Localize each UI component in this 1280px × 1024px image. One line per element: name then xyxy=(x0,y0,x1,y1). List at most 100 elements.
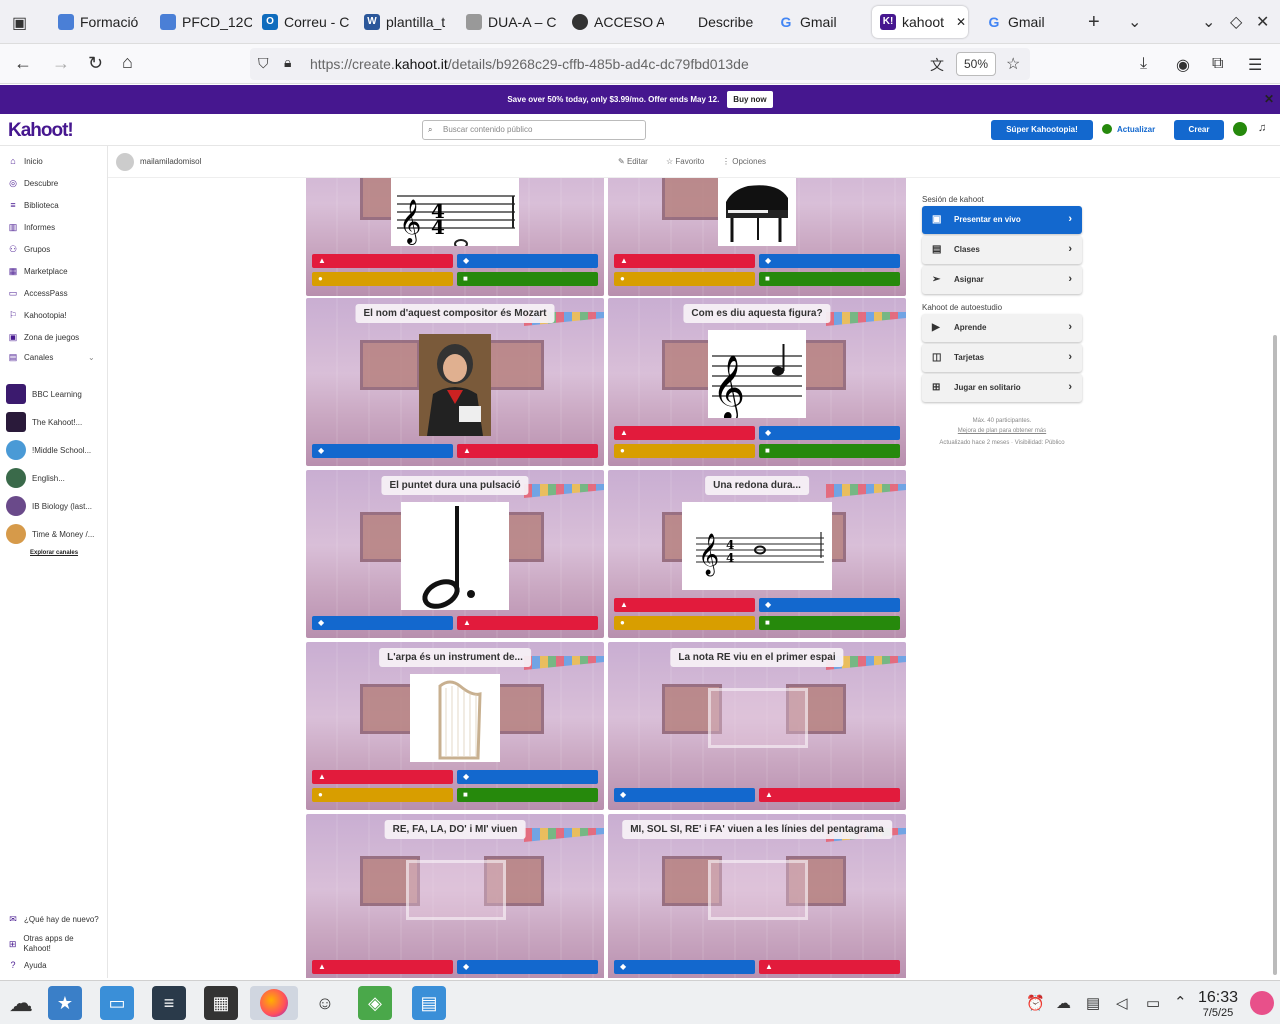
tab-acceso[interactable]: ACCESO A xyxy=(564,6,664,38)
sidebar-item-zona-de-juegos[interactable]: ▣ Zona de juegos xyxy=(8,332,79,342)
download-icon[interactable]: ⤓ xyxy=(1140,55,1147,73)
channel-time-money[interactable]: Time & Money /... xyxy=(6,524,94,544)
weather-icon[interactable]: ☁ xyxy=(1056,994,1071,1012)
tab-pfcd[interactable]: PFCD_12C xyxy=(152,6,252,38)
sidebar-item-biblioteca[interactable]: ≡ Biblioteca xyxy=(8,200,58,210)
document-icon[interactable]: ▤ xyxy=(412,986,446,1020)
explore-channels-link[interactable]: Explorar canales xyxy=(30,550,78,556)
other-apps-link[interactable]: ⊞ Otras apps de Kahoot! xyxy=(8,934,98,954)
tab-formacio[interactable]: Formació xyxy=(50,6,150,38)
tab-describe[interactable]: Describe xyxy=(668,6,768,38)
upgrade-link[interactable]: Mejora de plan para obtener más xyxy=(922,428,1082,434)
maximize-icon[interactable]: ◇ xyxy=(1230,12,1242,32)
close-tab-icon[interactable]: ✕ xyxy=(956,15,966,29)
minimize-icon[interactable]: ⌄ xyxy=(1202,12,1215,32)
zoom-level[interactable]: 50% xyxy=(956,52,996,76)
help-link[interactable]: ? Ayuda xyxy=(8,960,46,970)
shield-icon[interactable]: ⛉ xyxy=(258,55,269,72)
favorite-button[interactable]: ☆ Favorito xyxy=(666,157,704,166)
question-card-7[interactable]: L'arpa és un instrument de... ▲ ◆ ● ■ xyxy=(306,642,604,810)
sidebar-item-descubre[interactable]: ◎ Descubre xyxy=(8,178,58,188)
chevron-down-icon[interactable]: ⌄ xyxy=(88,353,95,362)
forward-icon[interactable]: → xyxy=(52,53,70,74)
tab-plantilla[interactable]: W plantilla_t xyxy=(356,6,456,38)
tab-gmail[interactable]: G Gmail xyxy=(770,6,870,38)
folder-icon[interactable]: ▭ xyxy=(100,986,134,1020)
present-live-button[interactable]: ▣ Presentar en vivo › xyxy=(922,206,1082,234)
tab-correu[interactable]: O Correu - C xyxy=(254,6,354,38)
tab-list-icon[interactable]: ▣ xyxy=(12,13,27,33)
question-card-8[interactable]: La nota RE viu en el primer espai ◆ ▲ xyxy=(608,642,906,810)
learn-button[interactable]: ▶ Aprende › xyxy=(922,314,1082,342)
sidebar-item-marketplace[interactable]: ▦ Marketplace xyxy=(8,266,68,276)
tab-gmail-2[interactable]: G Gmail xyxy=(978,6,1078,38)
channel-middle-school[interactable]: !Middle School... xyxy=(6,440,91,460)
volume-icon[interactable]: ◁ xyxy=(1116,994,1128,1012)
game-icon[interactable]: ☺ xyxy=(308,986,342,1020)
kahoot-logo[interactable]: Kahoot! xyxy=(8,120,74,142)
scrollbar[interactable] xyxy=(1273,335,1277,975)
user-avatar[interactable] xyxy=(116,153,134,171)
home-icon[interactable]: ⌂ xyxy=(122,52,133,73)
close-window-icon[interactable]: ✕ xyxy=(1256,12,1269,32)
options-button[interactable]: ⋮ Opciones xyxy=(722,157,766,166)
classes-button[interactable]: ▤ Clases › xyxy=(922,236,1082,264)
create-button[interactable]: Crear xyxy=(1174,120,1224,140)
sidebar-item-grupos[interactable]: ⚇ Grupos xyxy=(8,244,50,254)
update-button[interactable]: Actualizar xyxy=(1117,125,1155,134)
url-bar[interactable]: ⛉ 🔒︎ https://create.kahoot.it/details/b9… xyxy=(250,48,1030,80)
question-card-10[interactable]: MI, SOL SI, RE' i FA' viuen a les línies… xyxy=(608,814,906,978)
star-icon[interactable]: ☆ xyxy=(1006,54,1020,74)
menu-icon[interactable]: ☰ xyxy=(1248,55,1262,75)
sidebar-item-kahootopia[interactable]: ⚐ Kahootopia! xyxy=(8,310,67,320)
settings-icon[interactable]: ≡ xyxy=(152,986,186,1020)
url-text[interactable]: https://create.kahoot.it/details/b9268c2… xyxy=(310,56,749,72)
close-icon[interactable]: ✕ xyxy=(1264,92,1274,106)
question-card-5[interactable]: El puntet dura una pulsació ◆ ▲ xyxy=(306,470,604,638)
chevron-up-icon[interactable]: ⌃ xyxy=(1174,993,1187,1011)
network-icon[interactable]: ▭ xyxy=(1146,994,1160,1012)
question-card-4[interactable]: Com es diu aquesta figura? 𝄞 ▲ ◆ ● ■ xyxy=(608,298,906,466)
extensions-icon[interactable]: ⧉ xyxy=(1212,55,1223,73)
super-kahootopia-button[interactable]: Súper Kahootopia! xyxy=(991,120,1093,140)
buy-now-button[interactable]: Buy now xyxy=(727,91,773,108)
sidebar-item-informes[interactable]: ▥ Informes xyxy=(8,222,55,232)
assign-button[interactable]: ➢ Asignar › xyxy=(922,266,1082,294)
account-icon[interactable]: ◉ xyxy=(1176,55,1190,75)
question-card-6[interactable]: Una redona dura... 𝄞 4 4 ▲ ◆ ● ■ xyxy=(608,470,906,638)
whats-new-link[interactable]: ✉ ¿Qué hay de nuevo? xyxy=(8,914,99,924)
channel-the-kahoot[interactable]: The Kahoot!... xyxy=(6,412,82,432)
flashcards-button[interactable]: ◫ Tarjetas › xyxy=(922,344,1082,372)
question-card-9[interactable]: RE, FA, LA, DO' i MI' viuen ▲ ◆ xyxy=(306,814,604,978)
sidebar-item-canales[interactable]: ▤ Canales ⌄ xyxy=(8,352,95,362)
map-icon[interactable]: ◈ xyxy=(358,986,392,1020)
question-card-3[interactable]: El nom d'aquest compositor és Mozart ◆ ▲ xyxy=(306,298,604,466)
chevron-down-icon[interactable]: ⌄ xyxy=(1128,12,1141,32)
sidebar-item-inicio[interactable]: ⌂ Inicio xyxy=(8,156,42,166)
edit-button[interactable]: ✎ Editar xyxy=(618,157,648,166)
calculator-icon[interactable]: ▦ xyxy=(204,986,238,1020)
user-avatar[interactable] xyxy=(1250,991,1274,1015)
notifications-icon[interactable]: ⏰ xyxy=(1026,994,1045,1012)
sidebar-item-accesspass[interactable]: ▭ AccessPass xyxy=(8,288,68,298)
new-tab-icon[interactable]: + xyxy=(1088,11,1100,34)
channel-english[interactable]: English... xyxy=(6,468,65,488)
clipboard-icon[interactable]: ▤ xyxy=(1086,994,1100,1012)
back-icon[interactable]: ← xyxy=(14,53,32,74)
tab-dua[interactable]: DUA-A – C xyxy=(458,6,558,38)
search-input[interactable]: Buscar contenido público xyxy=(422,120,646,140)
clock-date[interactable]: 7/5/25 xyxy=(1196,1007,1240,1019)
firefox-icon[interactable] xyxy=(250,986,298,1020)
tab-kahoot[interactable]: K! kahoot ✕ xyxy=(872,6,968,38)
channel-bbc-learning[interactable]: BBC Learning xyxy=(6,384,82,404)
username[interactable]: mailamiladomisol xyxy=(140,157,201,166)
file-manager-icon[interactable]: ★ xyxy=(48,986,82,1020)
launcher-icon[interactable]: ☁ xyxy=(4,986,38,1020)
translate-icon[interactable]: 文 xyxy=(930,55,944,75)
question-card-1[interactable]: 𝄞 4 4 ▲ ◆ ● ■ xyxy=(306,178,604,296)
bell-icon[interactable]: ♫ xyxy=(1258,122,1266,134)
channel-ib-biology[interactable]: IB Biology (last... xyxy=(6,496,92,516)
reload-icon[interactable]: ↻ xyxy=(88,53,103,74)
play-solo-button[interactable]: ⊞ Jugar en solitario › xyxy=(922,374,1082,402)
clock-time[interactable]: 16:33 xyxy=(1196,989,1240,1007)
